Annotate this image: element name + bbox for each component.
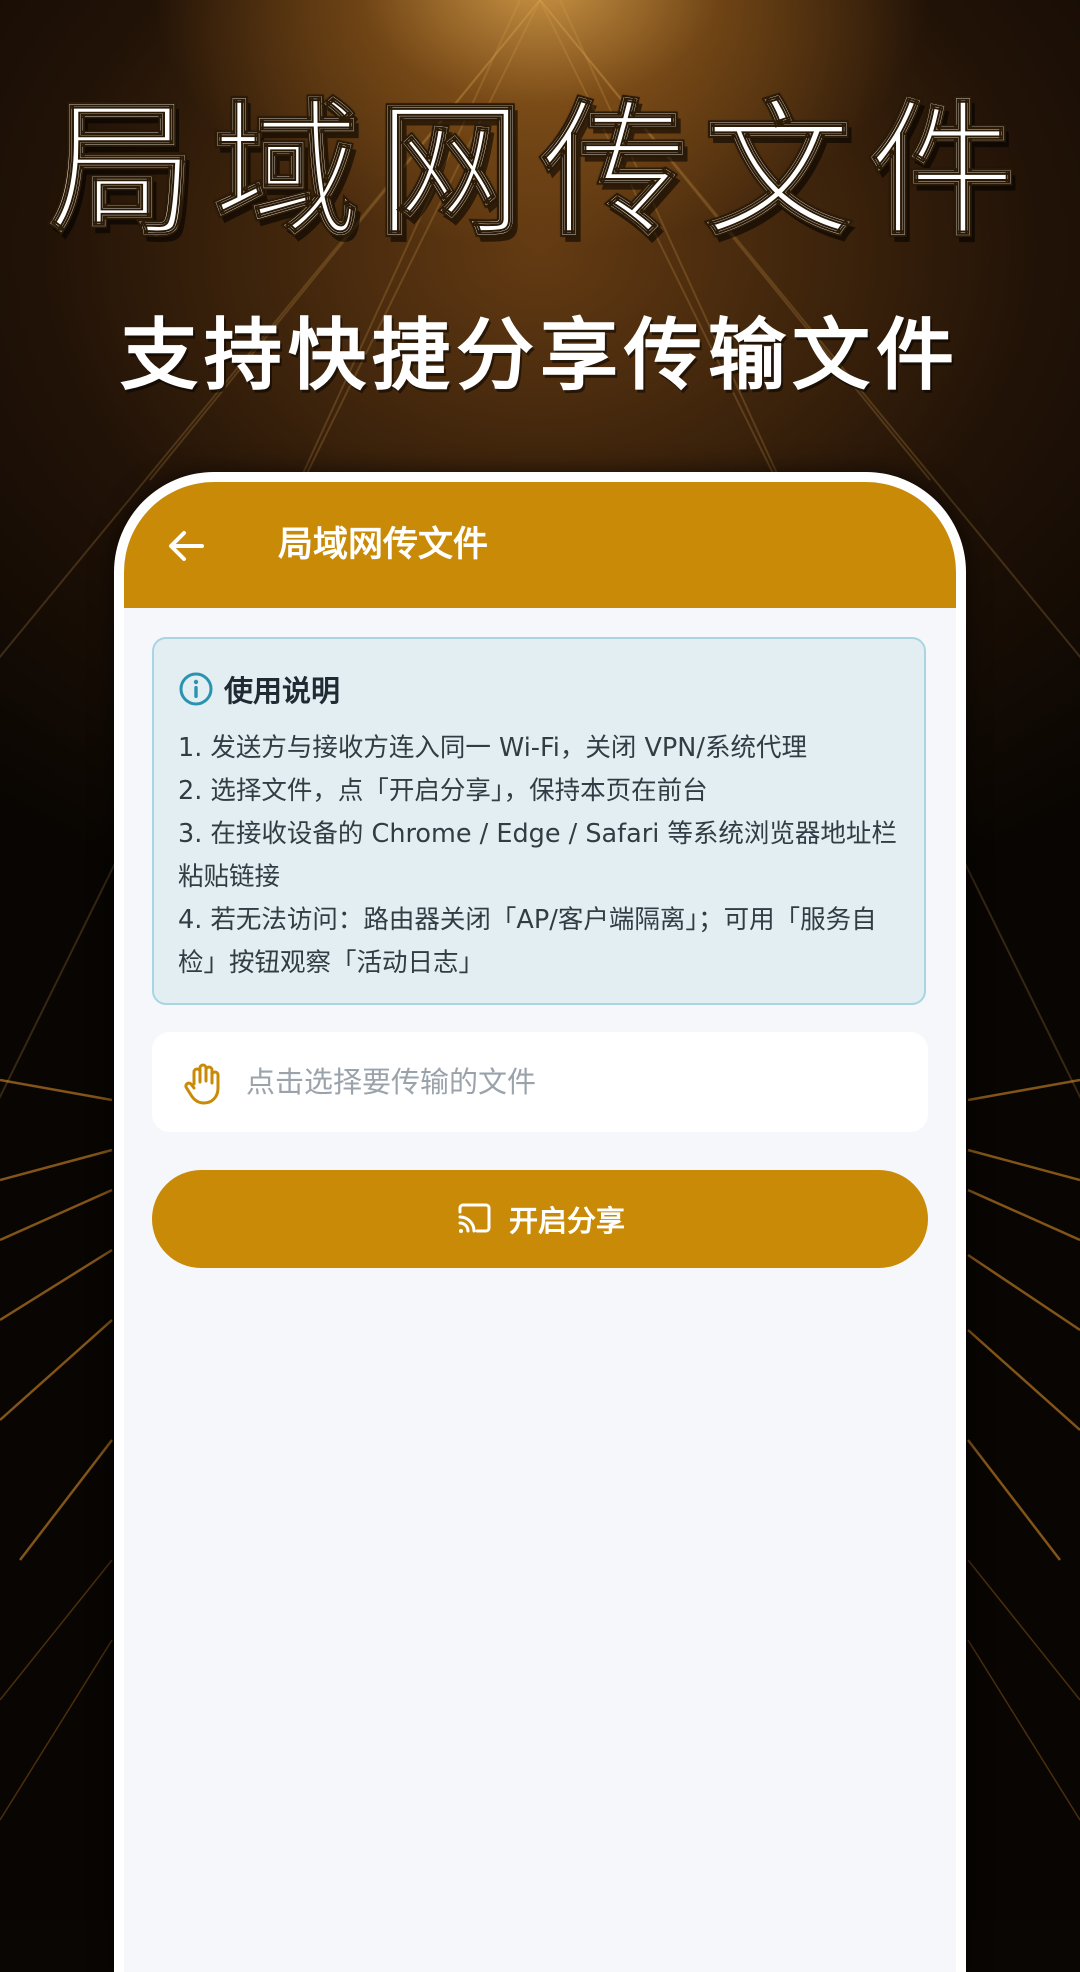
banner-title: 局域网传文件: [47, 85, 1032, 257]
start-share-button[interactable]: 开启分享: [152, 1170, 928, 1268]
instruction-line: 3. 在接收设备的 Chrome / Edge / Safari 等系统浏览器地…: [178, 819, 897, 892]
file-picker-placeholder: 点击选择要传输的文件: [246, 1065, 537, 1099]
app-bar: 局域网传文件: [124, 482, 956, 608]
instruction-line: 2. 选择文件，点「开启分享」，保持本页在前台: [178, 776, 708, 806]
instructions-card: 使用说明 1. 发送方与接收方连入同一 Wi-Fi，关闭 VPN/系统代理 2.…: [152, 637, 926, 1005]
instructions-list: 1. 发送方与接收方连入同一 Wi-Fi，关闭 VPN/系统代理 2. 选择文件…: [178, 727, 904, 985]
banner-subtitle: 支持快捷分享传输文件: [119, 311, 960, 401]
hand-icon: [184, 1063, 220, 1105]
cast-icon: [458, 1203, 491, 1233]
file-picker[interactable]: 点击选择要传输的文件: [152, 1032, 928, 1132]
arrow-left-icon: [169, 531, 204, 561]
page-title: 局域网传文件: [278, 525, 489, 565]
instruction-line: 4. 若无法访问：路由器关闭「AP/客户端隔离」；可用「服务自检」按钮观察「活动…: [178, 905, 877, 978]
phone-frame: 局域网传文件 使用说明 1. 发送方与接收方连入同一 Wi-Fi，关闭 VPN/…: [114, 472, 966, 1972]
back-button[interactable]: [164, 524, 208, 568]
app-screen: 局域网传文件 使用说明 1. 发送方与接收方连入同一 Wi-Fi，关闭 VPN/…: [124, 482, 956, 1972]
info-icon: [179, 672, 213, 706]
start-share-label: 开启分享: [508, 1204, 625, 1238]
instructions-title: 使用说明: [224, 674, 341, 708]
instruction-line: 1. 发送方与接收方连入同一 Wi-Fi，关闭 VPN/系统代理: [178, 733, 807, 763]
instructions-header: 使用说明: [178, 667, 340, 711]
